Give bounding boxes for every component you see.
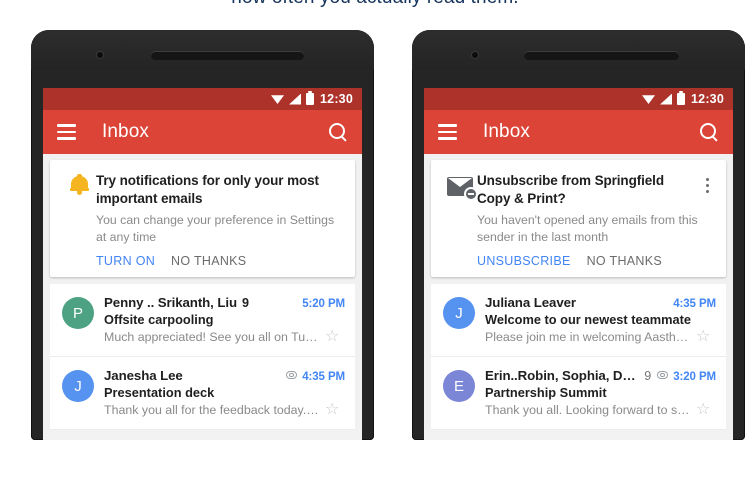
search-icon[interactable] [699,122,719,142]
phone-screen-left: 12:30 Inbox Try notifications for only y… [43,88,362,440]
front-camera-icon [472,52,478,58]
card-title: Try notifications for only your most imp… [96,173,319,207]
mail-subject: Offsite carpooling [104,312,214,328]
mail-sender: Erin..Robin, Sophia, Dave [485,368,640,384]
avatar: J [443,297,475,330]
mail-header-line: Janesha Lee 4:35 PM [104,368,345,383]
mail-time: 3:20 PM [673,371,716,384]
card-subtitle: You haven't opened any emails from this … [477,213,698,244]
battery-icon [677,91,686,105]
card-icon-wrap [62,172,96,268]
table-row[interactable]: J Janesha Lee 4:35 PM Presentation deck … [50,357,355,431]
table-row[interactable]: E Erin..Robin, Sophia, Dave 9 3:20 PM Pa… [431,357,726,431]
card-subtitle: You can change your preference in Settin… [96,213,335,244]
attachment-icon [286,371,298,380]
attachment-icon [657,371,669,380]
star-icon[interactable]: ☆ [696,329,716,345]
page-title: Inbox [102,121,149,142]
mail-sender: Janesha Lee [104,368,183,384]
star-icon[interactable]: ☆ [325,329,345,345]
notification-promo-card[interactable]: Try notifications for only your most imp… [50,160,355,278]
mail-sender: Juliana Leaver [485,295,576,311]
mail-thread-count: 9 [644,369,652,384]
mail-sender: Penny .. Srikanth, Liu [104,295,238,311]
card-secondary-button[interactable]: NO THANKS [587,254,662,268]
avatar: J [62,370,94,403]
page-title: Inbox [483,121,530,142]
card-title: Unsubscribe from Springfield Copy & Prin… [477,173,664,207]
card-icon-wrap [443,172,477,268]
unsubscribe-promo-card[interactable]: Unsubscribe from Springfield Copy & Prin… [431,160,726,278]
card-actions: UNSUBSCRIBE NO THANKS [477,254,698,268]
mail-subject: Welcome to our newest teammate [485,312,691,328]
mail-body: Juliana Leaver 4:35 PM Welcome to our ne… [485,295,716,345]
mail-time: 4:35 PM [673,298,716,311]
mail-header-line: Erin..Robin, Sophia, Dave 9 3:20 PM [485,368,716,383]
hamburger-icon[interactable] [57,124,76,140]
status-bar-time: 12:30 [320,92,353,106]
mail-snippet-line: Thank you all. Looking forward to see...… [485,402,716,418]
screenshot-root: how often you actually read them. 12:30 … [0,0,750,500]
mail-snippet: Thank you all for the feedback today. ..… [104,403,319,418]
hamburger-icon[interactable] [438,124,457,140]
card-primary-button[interactable]: UNSUBSCRIBE [477,254,571,268]
mail-snippet-line: Please join me in welcoming Aastha ... ☆ [485,329,716,345]
signal-icon [289,93,302,105]
avatar: P [62,297,94,330]
app-bar: Inbox [424,110,733,154]
phone-mockup-right: 12:30 Inbox Unsubscribe from Springfield… [412,30,745,440]
mail-body: Erin..Robin, Sophia, Dave 9 3:20 PM Part… [485,368,716,418]
earpiece-speaker [524,51,679,60]
email-list: Unsubscribe from Springfield Copy & Prin… [424,154,733,431]
battery-icon [306,91,315,105]
mail-subject: Partnership Summit [485,385,607,401]
mail-snippet: Much appreciated! See you all on Tue... [104,330,319,345]
mail-time: 4:35 PM [302,371,345,384]
wifi-icon [271,95,285,104]
envelope-unsubscribe-icon [447,177,476,199]
card-secondary-button[interactable]: NO THANKS [171,254,246,268]
mail-snippet: Thank you all. Looking forward to see... [485,403,690,418]
mail-thread-count: 9 [242,296,250,311]
search-icon[interactable] [328,122,348,142]
mail-body: Janesha Lee 4:35 PM Presentation deck Th… [104,368,345,418]
mail-header-line: Juliana Leaver 4:35 PM [485,295,716,310]
status-bar: 12:30 [43,88,362,110]
card-primary-button[interactable]: TURN ON [96,254,155,268]
status-bar: 12:30 [424,88,733,110]
card-actions: TURN ON NO THANKS [96,254,345,268]
star-icon[interactable]: ☆ [325,402,345,418]
star-icon[interactable]: ☆ [696,402,716,418]
card-body: Try notifications for only your most imp… [96,172,345,268]
caption-text: how often you actually read them. [0,0,750,9]
front-camera-icon [97,52,103,58]
mail-snippet-line: Thank you all for the feedback today. ..… [104,402,345,418]
email-list: Try notifications for only your most imp… [43,154,362,431]
mail-time: 5:20 PM [302,298,345,311]
overflow-menu-icon[interactable] [698,172,716,268]
avatar: E [443,370,475,403]
mail-body: Penny .. Srikanth, Liu 9 5:20 PM Offsite… [104,295,345,345]
app-bar: Inbox [43,110,362,154]
mail-snippet-line: Much appreciated! See you all on Tue... … [104,329,345,345]
wifi-icon [642,95,656,104]
card-body: Unsubscribe from Springfield Copy & Prin… [477,172,698,268]
table-row[interactable]: J Juliana Leaver 4:35 PM Welcome to our … [431,284,726,358]
phone-mockup-left: 12:30 Inbox Try notifications for only y… [31,30,374,440]
signal-icon [660,93,673,105]
mail-snippet: Please join me in welcoming Aastha ... [485,330,690,345]
table-row[interactable]: P Penny .. Srikanth, Liu 9 5:20 PM Offsi… [50,284,355,358]
earpiece-speaker [151,51,304,60]
status-bar-time: 12:30 [691,92,724,106]
phone-bezel-top [412,30,745,70]
bell-icon [69,174,89,195]
phone-bezel-top [31,30,374,70]
phone-screen-right: 12:30 Inbox Unsubscribe from Springfield… [424,88,733,440]
mail-subject: Presentation deck [104,385,215,401]
mail-header-line: Penny .. Srikanth, Liu 9 5:20 PM [104,295,345,310]
